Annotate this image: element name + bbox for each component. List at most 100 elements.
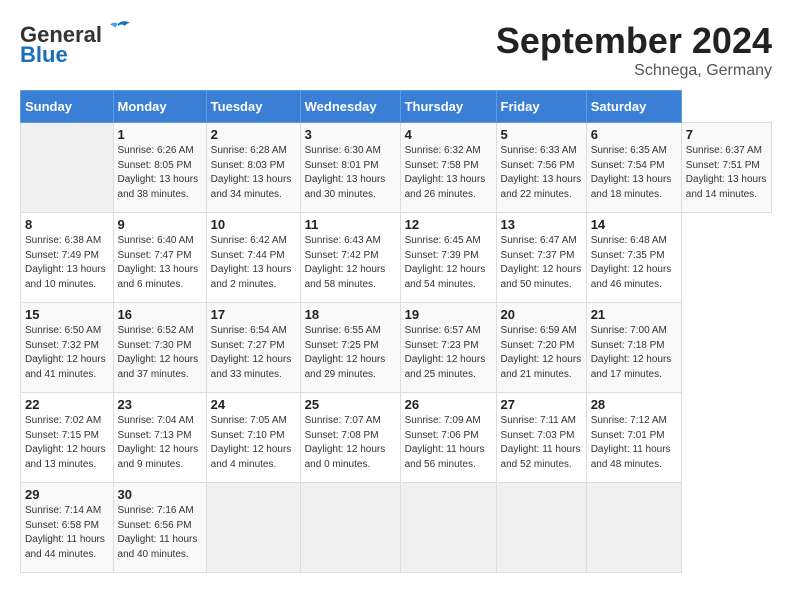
calendar-day-cell: 6 Sunrise: 6:35 AMSunset: 7:54 PMDaylight… (586, 123, 681, 213)
calendar-day-cell: 2Sunrise: 6:28 AMSunset: 8:03 PMDaylight… (206, 123, 300, 213)
calendar-title: September 2024 (496, 20, 772, 62)
calendar-week-row: 29 Sunrise: 7:14 AMSunset: 6:58 PMDayligh… (21, 483, 772, 573)
calendar-week-row: 15 Sunrise: 6:50 AMSunset: 7:32 PMDayligh… (21, 303, 772, 393)
calendar-day-cell: 22 Sunrise: 7:02 AMSunset: 7:15 PMDayligh… (21, 393, 114, 483)
day-number: 1 (118, 127, 202, 142)
calendar-day-cell (586, 483, 681, 573)
day-info: Sunrise: 6:59 AMSunset: 7:20 PMDaylight:… (501, 324, 582, 382)
calendar-day-cell: 24 Sunrise: 7:05 AMSunset: 7:10 PMDayligh… (206, 393, 300, 483)
day-info: Sunrise: 7:05 AMSunset: 7:10 PMDaylight:… (211, 414, 296, 472)
header-monday: Monday (113, 91, 206, 123)
day-info: Sunrise: 7:07 AMSunset: 7:08 PMDaylight:… (305, 414, 396, 472)
day-number: 12 (405, 217, 492, 232)
day-number: 23 (118, 397, 202, 412)
calendar-day-cell: 16 Sunrise: 6:52 AMSunset: 7:30 PMDayligh… (113, 303, 206, 393)
calendar-day-cell: 30 Sunrise: 7:16 AMSunset: 6:56 PMDayligh… (113, 483, 206, 573)
calendar-day-cell: 12 Sunrise: 6:45 AMSunset: 7:39 PMDayligh… (400, 213, 496, 303)
day-info: Sunrise: 6:33 AMSunset: 7:56 PMDaylight:… (501, 144, 582, 202)
calendar-day-cell: 23Sunrise: 7:04 AMSunset: 7:13 PMDayligh… (113, 393, 206, 483)
day-info: Sunrise: 6:47 AMSunset: 7:37 PMDaylight:… (501, 234, 582, 292)
day-info: Sunrise: 6:37 AMSunset: 7:51 PMDaylight:… (686, 144, 767, 202)
day-number: 15 (25, 307, 109, 322)
day-number: 6 (591, 127, 677, 142)
calendar-day-cell: 5 Sunrise: 6:33 AMSunset: 7:56 PMDaylight… (496, 123, 586, 213)
day-number: 8 (25, 217, 109, 232)
calendar-week-row: 1 Sunrise: 6:26 AMSunset: 8:05 PMDaylight… (21, 123, 772, 213)
day-info: Sunrise: 6:57 AMSunset: 7:23 PMDaylight:… (405, 324, 492, 382)
header-sunday: Sunday (21, 91, 114, 123)
calendar-day-cell: 9 Sunrise: 6:40 AMSunset: 7:47 PMDaylight… (113, 213, 206, 303)
day-number: 7 (686, 127, 767, 142)
day-info: Sunrise: 6:48 AMSunset: 7:35 PMDaylight:… (591, 234, 677, 292)
calendar-week-row: 8 Sunrise: 6:38 AMSunset: 7:49 PMDaylight… (21, 213, 772, 303)
day-number: 28 (591, 397, 677, 412)
day-number: 20 (501, 307, 582, 322)
day-info: Sunrise: 6:38 AMSunset: 7:49 PMDaylight:… (25, 234, 109, 292)
header-wednesday: Wednesday (300, 91, 400, 123)
day-number: 13 (501, 217, 582, 232)
calendar-day-cell: 4 Sunrise: 6:32 AMSunset: 7:58 PMDaylight… (400, 123, 496, 213)
calendar-day-cell: 19 Sunrise: 6:57 AMSunset: 7:23 PMDayligh… (400, 303, 496, 393)
calendar-day-cell (496, 483, 586, 573)
day-info: Sunrise: 6:42 AMSunset: 7:44 PMDaylight:… (211, 234, 296, 292)
day-number: 27 (501, 397, 582, 412)
day-info: Sunrise: 7:14 AMSunset: 6:58 PMDaylight:… (25, 504, 109, 562)
day-number: 2 (211, 127, 296, 142)
day-info: Sunrise: 6:40 AMSunset: 7:47 PMDaylight:… (118, 234, 202, 292)
header-thursday: Thursday (400, 91, 496, 123)
day-number: 21 (591, 307, 677, 322)
logo: General Blue (20, 20, 132, 66)
header-friday: Friday (496, 91, 586, 123)
calendar-day-cell (300, 483, 400, 573)
logo-bird-icon (104, 20, 132, 42)
calendar-week-row: 22 Sunrise: 7:02 AMSunset: 7:15 PMDayligh… (21, 393, 772, 483)
day-info: Sunrise: 7:16 AMSunset: 6:56 PMDaylight:… (118, 504, 202, 562)
day-info: Sunrise: 6:26 AMSunset: 8:05 PMDaylight:… (118, 144, 202, 202)
day-number: 17 (211, 307, 296, 322)
day-info: Sunrise: 6:55 AMSunset: 7:25 PMDaylight:… (305, 324, 396, 382)
logo-blue-text: Blue (20, 44, 68, 66)
day-info: Sunrise: 6:54 AMSunset: 7:27 PMDaylight:… (211, 324, 296, 382)
day-info: Sunrise: 6:52 AMSunset: 7:30 PMDaylight:… (118, 324, 202, 382)
header-tuesday: Tuesday (206, 91, 300, 123)
day-number: 19 (405, 307, 492, 322)
day-info: Sunrise: 6:35 AMSunset: 7:54 PMDaylight:… (591, 144, 677, 202)
calendar-day-cell: 21Sunrise: 7:00 AMSunset: 7:18 PMDayligh… (586, 303, 681, 393)
day-number: 10 (211, 217, 296, 232)
calendar-header-row: Sunday Monday Tuesday Wednesday Thursday… (21, 91, 772, 123)
calendar-day-cell: 28Sunrise: 7:12 AMSunset: 7:01 PMDayligh… (586, 393, 681, 483)
day-number: 4 (405, 127, 492, 142)
day-info: Sunrise: 6:50 AMSunset: 7:32 PMDaylight:… (25, 324, 109, 382)
day-number: 9 (118, 217, 202, 232)
page-header: General Blue September 2024 Schnega, Ger… (20, 20, 772, 80)
calendar-day-cell: 8 Sunrise: 6:38 AMSunset: 7:49 PMDaylight… (21, 213, 114, 303)
day-info: Sunrise: 7:11 AMSunset: 7:03 PMDaylight:… (501, 414, 582, 472)
day-number: 22 (25, 397, 109, 412)
day-info: Sunrise: 7:09 AMSunset: 7:06 PMDaylight:… (405, 414, 492, 472)
calendar-day-cell: 20 Sunrise: 6:59 AMSunset: 7:20 PMDayligh… (496, 303, 586, 393)
day-number: 29 (25, 487, 109, 502)
calendar-day-cell: 27 Sunrise: 7:11 AMSunset: 7:03 PMDayligh… (496, 393, 586, 483)
calendar-day-cell: 15 Sunrise: 6:50 AMSunset: 7:32 PMDayligh… (21, 303, 114, 393)
day-number: 24 (211, 397, 296, 412)
calendar-day-cell: 3Sunrise: 6:30 AMSunset: 8:01 PMDaylight… (300, 123, 400, 213)
day-info: Sunrise: 6:43 AMSunset: 7:42 PMDaylight:… (305, 234, 396, 292)
day-info: Sunrise: 6:32 AMSunset: 7:58 PMDaylight:… (405, 144, 492, 202)
calendar-day-cell: 14Sunrise: 6:48 AMSunset: 7:35 PMDayligh… (586, 213, 681, 303)
calendar-day-cell: 11 Sunrise: 6:43 AMSunset: 7:42 PMDayligh… (300, 213, 400, 303)
day-number: 5 (501, 127, 582, 142)
day-number: 11 (305, 217, 396, 232)
calendar-day-cell: 17 Sunrise: 6:54 AMSunset: 7:27 PMDayligh… (206, 303, 300, 393)
calendar-day-cell: 7 Sunrise: 6:37 AMSunset: 7:51 PMDaylight… (681, 123, 771, 213)
calendar-day-cell: 29 Sunrise: 7:14 AMSunset: 6:58 PMDayligh… (21, 483, 114, 573)
day-number: 30 (118, 487, 202, 502)
day-info: Sunrise: 6:45 AMSunset: 7:39 PMDaylight:… (405, 234, 492, 292)
day-info: Sunrise: 7:02 AMSunset: 7:15 PMDaylight:… (25, 414, 109, 472)
calendar-day-cell: 18Sunrise: 6:55 AMSunset: 7:25 PMDayligh… (300, 303, 400, 393)
calendar-day-cell (206, 483, 300, 573)
calendar-location: Schnega, Germany (496, 62, 772, 80)
day-number: 16 (118, 307, 202, 322)
title-area: September 2024 Schnega, Germany (496, 20, 772, 80)
calendar-table: Sunday Monday Tuesday Wednesday Thursday… (20, 90, 772, 573)
header-saturday: Saturday (586, 91, 681, 123)
